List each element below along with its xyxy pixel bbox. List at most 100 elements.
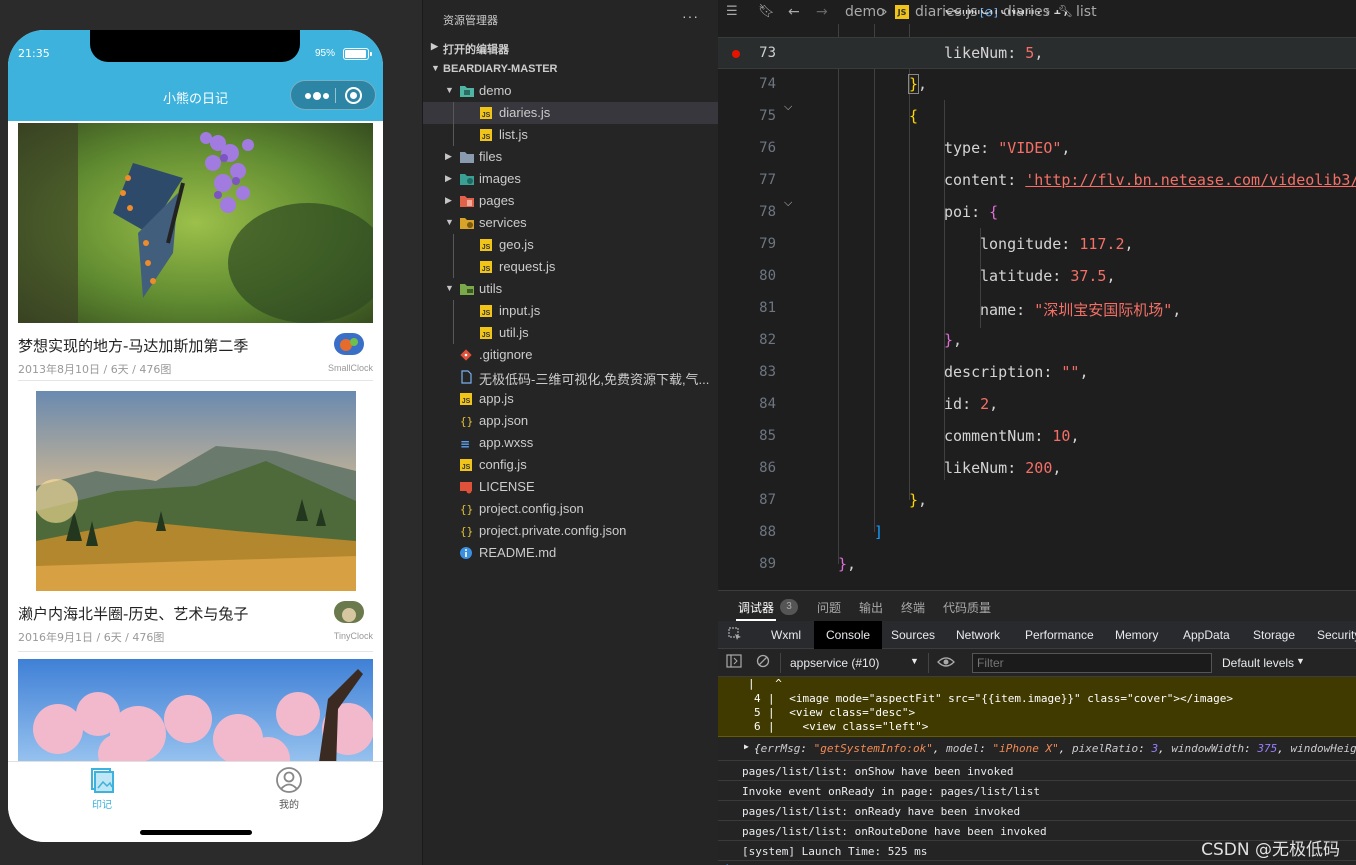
tree-item[interactable]: JS util.js: [423, 322, 719, 344]
dropdown-icon[interactable]: ▼: [910, 656, 919, 666]
tree-item[interactable]: ▶ pages: [423, 190, 719, 212]
file-name: project.config.json: [479, 501, 584, 516]
expand-triangle-icon[interactable]: ▶: [744, 742, 749, 751]
tree-item[interactable]: 无极低码-三维可视化,免费资源下载,气...: [423, 366, 719, 388]
tab-bar: 印记 我的: [8, 761, 383, 842]
diary-card[interactable]: [18, 659, 373, 761]
tab-problems[interactable]: 问题: [817, 599, 841, 616]
tab-appdata[interactable]: AppData: [1183, 628, 1230, 642]
code-line[interactable]: 77 content: 'http://flv.bn.netease.com/v…: [718, 165, 1356, 197]
butterfly-cover-image[interactable]: [18, 123, 373, 323]
code-line[interactable]: 82 },: [718, 325, 1356, 357]
code-line[interactable]: 81 name: "深圳宝安国际机场",: [718, 293, 1356, 325]
line-number: 84: [759, 396, 776, 412]
diary-card[interactable]: 梦想实现的地方-马达加斯加第二季 2013年8月10日 / 6天 / 476图 …: [18, 123, 373, 381]
tree-item[interactable]: JS list.js: [423, 124, 719, 146]
code-line[interactable]: 85 commentNum: 10,: [718, 421, 1356, 453]
code-line[interactable]: 86 likeNum: 200,: [718, 453, 1356, 485]
tab-output[interactable]: 输出: [859, 599, 883, 616]
tab-terminal[interactable]: 终端: [901, 599, 925, 616]
tree-item[interactable]: JS request.js: [423, 256, 719, 278]
tree-item[interactable]: JS config.js: [423, 454, 719, 476]
tree-item[interactable]: ▼ demo: [423, 80, 719, 102]
code-line[interactable]: 74 },: [718, 69, 1356, 101]
clear-console-icon[interactable]: [756, 654, 770, 671]
tab-debugger[interactable]: 调试器: [738, 599, 774, 616]
project-section[interactable]: ▼ BEARDIARY-MASTER: [423, 58, 719, 80]
tree-item[interactable]: JS app.js: [423, 388, 719, 410]
tab-memory[interactable]: Memory: [1115, 628, 1158, 642]
tree-item[interactable]: ▶ images: [423, 168, 719, 190]
tree-item[interactable]: LICENSE: [423, 476, 719, 498]
tab-storage[interactable]: Storage: [1253, 628, 1295, 642]
diary-card[interactable]: 濑户内海北半圈-历史、艺术与兔子 2016年9月1日 / 6天 / 476图 T…: [18, 391, 373, 652]
code-line[interactable]: 88 ]: [718, 517, 1356, 549]
tree-item[interactable]: ≡ app.wxss: [423, 432, 719, 454]
chevron-right-icon: ▶: [431, 41, 438, 51]
more-dots-icon[interactable]: [303, 88, 333, 102]
console-prompt-icon[interactable]: ›: [726, 859, 730, 865]
code-key: type: [944, 139, 981, 157]
pages-folder-icon: [459, 194, 474, 208]
log-levels-select[interactable]: Default levels: [1222, 656, 1294, 670]
fold-chevron-icon[interactable]: ⌵: [784, 197, 792, 210]
tree-item[interactable]: ▼ utils: [423, 278, 719, 300]
code-line[interactable]: 89 },: [718, 549, 1356, 581]
chevron-right-icon[interactable]: ▶: [445, 195, 452, 206]
filter-input[interactable]: [972, 653, 1212, 673]
tree-item[interactable]: {} project.private.config.json: [423, 520, 719, 542]
tree-item[interactable]: JS geo.js: [423, 234, 719, 256]
tab-code-quality[interactable]: 代码质量: [943, 599, 991, 616]
line-number: 74: [759, 76, 776, 92]
code-line[interactable]: 83 description: "",: [718, 357, 1356, 389]
card-title[interactable]: 濑户内海北半圈-历史、艺术与兔子: [18, 603, 248, 624]
tab-sources[interactable]: Sources: [891, 628, 935, 642]
code-line[interactable]: 87 },: [718, 485, 1356, 517]
object-log[interactable]: ▶ {errMsg: "getSystemInfo:ok", model: "i…: [718, 737, 1356, 761]
inspect-element-icon[interactable]: [728, 627, 742, 644]
tab-console[interactable]: Console: [814, 621, 883, 649]
chevron-right-icon[interactable]: ▶: [445, 151, 452, 162]
tab-network[interactable]: Network: [956, 628, 1000, 642]
code-line[interactable]: 84 id: 2,: [718, 389, 1356, 421]
tab-home[interactable]: 印记: [62, 766, 142, 811]
dropdown-icon[interactable]: ▼: [1296, 656, 1305, 666]
tree-item[interactable]: JS diaries.js: [423, 102, 719, 124]
sidebar-toggle-icon[interactable]: [726, 654, 742, 671]
chevron-down-icon[interactable]: ▼: [445, 283, 454, 293]
tree-item[interactable]: ▶ files: [423, 146, 719, 168]
tree-item[interactable]: README.md: [423, 542, 719, 564]
chevron-down-icon[interactable]: ▼: [445, 217, 454, 227]
tree-item[interactable]: {} app.json: [423, 410, 719, 432]
code-value: 200: [1025, 459, 1053, 477]
sakura-cover-image[interactable]: [18, 659, 373, 761]
tab-performance[interactable]: Performance: [1025, 628, 1094, 642]
more-actions-icon[interactable]: ···: [682, 8, 699, 24]
code-value[interactable]: 'http://flv.bn.netease.com/videolib3/1: [1025, 171, 1356, 189]
context-select[interactable]: appservice (#10): [790, 656, 879, 670]
open-editors-section[interactable]: ▶ 打开的编辑器: [423, 36, 719, 58]
code-line[interactable]: 73 likeNum: 5,: [718, 37, 1356, 69]
tab-label: 我的: [279, 800, 299, 811]
tree-item[interactable]: JS input.js: [423, 300, 719, 322]
chevron-right-icon[interactable]: ▶: [445, 173, 452, 184]
code-editor: ☰ 🔖︎ ← → demo › JS diaries.js › [⊘] diar…: [718, 0, 1356, 590]
chevron-down-icon[interactable]: ▼: [445, 85, 454, 95]
tab-mine[interactable]: 我的: [249, 766, 329, 811]
code-line[interactable]: 78 ⌵ poi: {: [718, 197, 1356, 229]
tab-wxml[interactable]: Wxml: [771, 628, 801, 642]
card-title[interactable]: 梦想实现的地方-马达加斯加第二季: [18, 335, 248, 356]
tab-security[interactable]: Security: [1317, 628, 1356, 642]
close-miniprogram-icon[interactable]: [345, 87, 362, 104]
mountain-cover-image[interactable]: [36, 391, 356, 591]
tree-item[interactable]: {} project.config.json: [423, 498, 719, 520]
tree-item[interactable]: .gitignore: [423, 344, 719, 366]
eye-icon[interactable]: [937, 655, 955, 672]
home-indicator: [140, 830, 252, 835]
fold-chevron-icon[interactable]: ⌵: [784, 101, 792, 114]
code-line[interactable]: 75 ⌵ {: [718, 101, 1356, 133]
code-line[interactable]: 79 longitude: 117.2,: [718, 229, 1356, 261]
code-line[interactable]: 80 latitude: 37.5,: [718, 261, 1356, 293]
code-line[interactable]: 76 type: "VIDEO",: [718, 133, 1356, 165]
tree-item[interactable]: ▼ services: [423, 212, 719, 234]
